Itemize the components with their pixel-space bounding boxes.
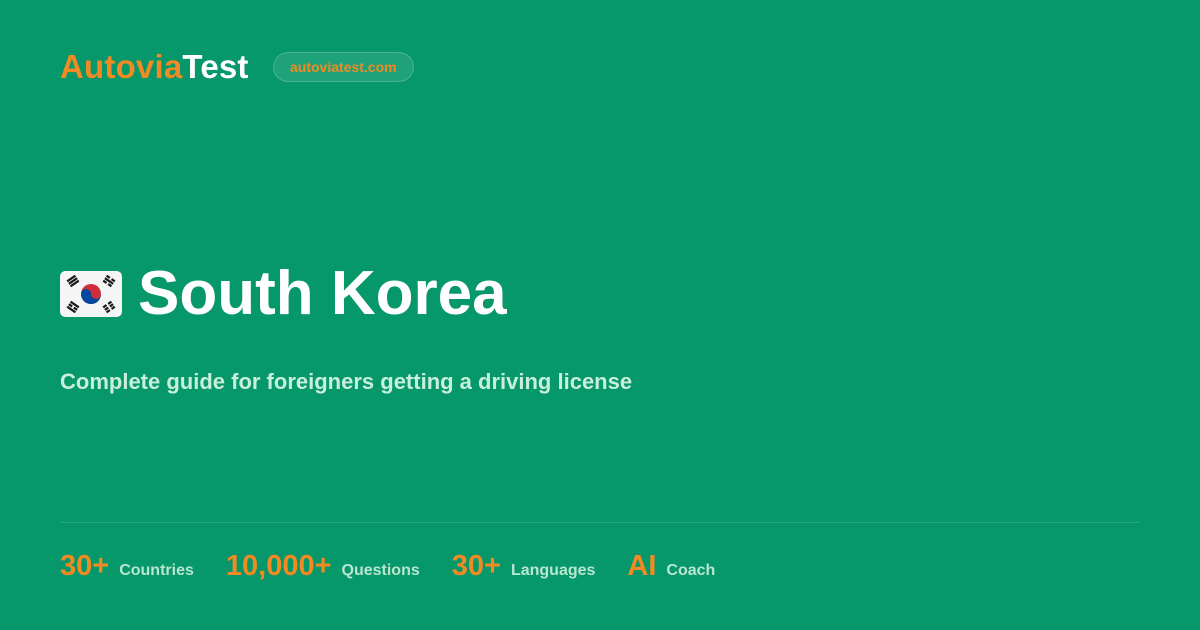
stat-value: 30+ (451, 550, 501, 582)
stat-questions: 10,000+ Questions (226, 546, 420, 586)
domain-badge[interactable]: autoviatest.com (273, 52, 414, 82)
stat-coach: AI Coach (627, 546, 715, 586)
stat-value: AI (627, 550, 657, 582)
divider (60, 522, 1140, 523)
brand-logo[interactable]: AutoviaTest (60, 47, 249, 87)
stat-languages: 30+ Languages (452, 546, 596, 586)
stats-row: 30+ Countries 10,000+ Questions 30+ Lang… (60, 546, 747, 586)
stat-label: Coach (666, 562, 716, 579)
page-subtitle: Complete guide for foreigners getting a … (60, 369, 633, 394)
south-korea-flag-icon (60, 271, 122, 317)
og-card: AutoviaTest autoviatest.com South Korea … (0, 0, 1200, 630)
stat-label: Countries (119, 562, 194, 579)
stat-value: 10,000+ (225, 550, 332, 582)
stat-label: Questions (341, 562, 420, 579)
stat-label: Languages (510, 562, 596, 579)
page-title: South Korea (138, 259, 507, 328)
stat-countries: 30+ Countries (60, 546, 194, 586)
brand-name-part2: Test (182, 48, 249, 85)
stat-value: 30+ (60, 550, 110, 582)
brand-name-part1: Autovia (60, 48, 183, 85)
hero-title-row: South Korea (60, 254, 507, 334)
